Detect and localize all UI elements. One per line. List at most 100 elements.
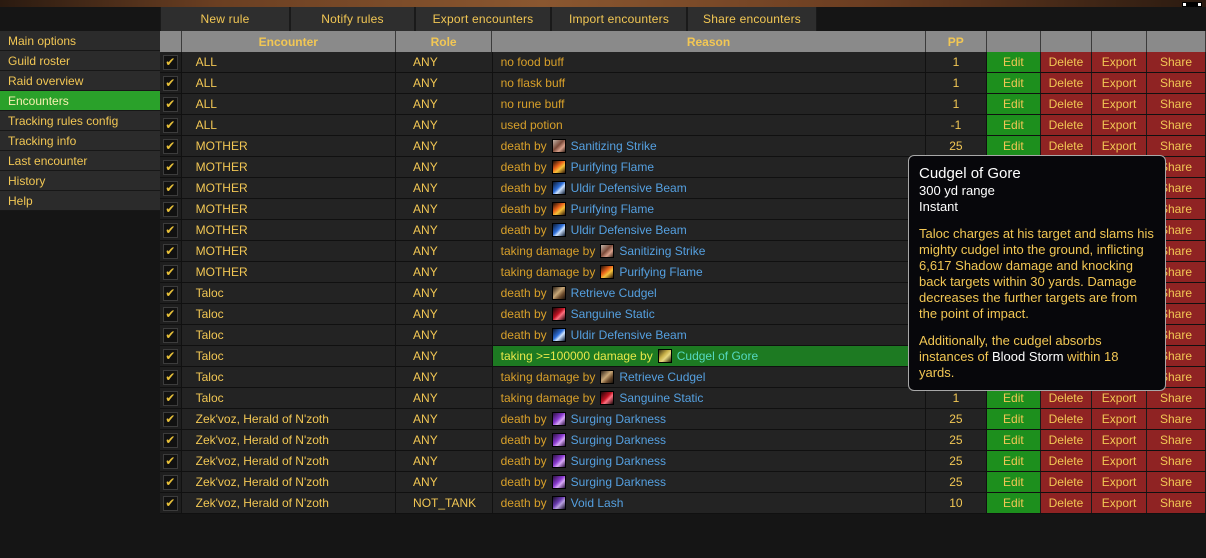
sidebar-item-history[interactable]: History bbox=[0, 171, 160, 191]
row-enabled-checkbox[interactable]: ✔ bbox=[160, 346, 182, 366]
spell-name-link[interactable]: Surging Darkness bbox=[571, 475, 666, 489]
row-enabled-checkbox[interactable]: ✔ bbox=[160, 157, 182, 177]
toolbar-button-share-encounters[interactable]: Share encounters bbox=[687, 7, 817, 31]
row-enabled-checkbox[interactable]: ✔ bbox=[160, 283, 182, 303]
toolbar-button-export-encounters[interactable]: Export encounters bbox=[415, 7, 551, 31]
edit-button[interactable]: Edit bbox=[987, 73, 1041, 93]
table-row[interactable]: ✔Zek'voz, Herald of N'zothANYdeath bySur… bbox=[160, 451, 1206, 472]
spell-icon[interactable] bbox=[600, 391, 614, 405]
table-row[interactable]: ✔ALLANYno food buff1EditDeleteExportShar… bbox=[160, 52, 1206, 73]
spell-name-link[interactable]: Purifying Flame bbox=[571, 202, 654, 216]
export-button[interactable]: Export bbox=[1092, 493, 1147, 513]
sidebar-item-help[interactable]: Help bbox=[0, 191, 160, 211]
spell-name-link[interactable]: Cudgel of Gore bbox=[677, 349, 758, 363]
spell-icon[interactable] bbox=[658, 349, 672, 363]
share-button[interactable]: Share bbox=[1147, 451, 1206, 471]
export-button[interactable]: Export bbox=[1092, 115, 1147, 135]
share-button[interactable]: Share bbox=[1147, 52, 1206, 72]
table-row[interactable]: ✔Zek'voz, Herald of N'zothANYdeath bySur… bbox=[160, 472, 1206, 493]
spell-icon[interactable] bbox=[552, 328, 566, 342]
export-button[interactable]: Export bbox=[1092, 52, 1147, 72]
delete-button[interactable]: Delete bbox=[1041, 388, 1092, 408]
spell-icon[interactable] bbox=[552, 181, 566, 195]
sidebar-item-tracking-info[interactable]: Tracking info bbox=[0, 131, 160, 151]
row-enabled-checkbox[interactable]: ✔ bbox=[160, 220, 182, 240]
spell-icon[interactable] bbox=[600, 244, 614, 258]
spell-name-link[interactable]: Sanguine Static bbox=[619, 391, 703, 405]
row-enabled-checkbox[interactable]: ✔ bbox=[160, 451, 182, 471]
row-enabled-checkbox[interactable]: ✔ bbox=[160, 52, 182, 72]
row-enabled-checkbox[interactable]: ✔ bbox=[160, 178, 182, 198]
edit-button[interactable]: Edit bbox=[987, 493, 1041, 513]
spell-icon[interactable] bbox=[600, 370, 614, 384]
spell-name-link[interactable]: Surging Darkness bbox=[571, 412, 666, 426]
spell-icon[interactable] bbox=[600, 265, 614, 279]
spell-icon[interactable] bbox=[552, 307, 566, 321]
spell-icon[interactable] bbox=[552, 223, 566, 237]
column-header-blank-7[interactable] bbox=[1092, 31, 1147, 52]
row-enabled-checkbox[interactable]: ✔ bbox=[160, 325, 182, 345]
spell-name-link[interactable]: Sanitizing Strike bbox=[619, 244, 705, 258]
share-button[interactable]: Share bbox=[1147, 388, 1206, 408]
export-button[interactable]: Export bbox=[1092, 472, 1147, 492]
delete-button[interactable]: Delete bbox=[1041, 409, 1092, 429]
sidebar-item-tracking-rules-config[interactable]: Tracking rules config bbox=[0, 111, 160, 131]
spell-icon[interactable] bbox=[552, 286, 566, 300]
toolbar-button-new-rule[interactable]: New rule bbox=[160, 7, 290, 31]
spell-name-link[interactable]: Uldir Defensive Beam bbox=[571, 223, 687, 237]
export-button[interactable]: Export bbox=[1092, 388, 1147, 408]
spell-icon[interactable] bbox=[552, 496, 566, 510]
delete-button[interactable]: Delete bbox=[1041, 52, 1092, 72]
spell-icon[interactable] bbox=[552, 160, 566, 174]
edit-button[interactable]: Edit bbox=[987, 52, 1041, 72]
column-header-encounter[interactable]: Encounter bbox=[182, 31, 396, 52]
export-button[interactable]: Export bbox=[1092, 430, 1147, 450]
edit-button[interactable]: Edit bbox=[987, 451, 1041, 471]
delete-button[interactable]: Delete bbox=[1041, 430, 1092, 450]
spell-name-link[interactable]: Retrieve Cudgel bbox=[571, 286, 657, 300]
spell-name-link[interactable]: Retrieve Cudgel bbox=[619, 370, 705, 384]
delete-button[interactable]: Delete bbox=[1041, 73, 1092, 93]
edit-button[interactable]: Edit bbox=[987, 115, 1041, 135]
sidebar-item-main-options[interactable]: Main options bbox=[0, 31, 160, 51]
row-enabled-checkbox[interactable]: ✔ bbox=[160, 430, 182, 450]
delete-button[interactable]: Delete bbox=[1041, 94, 1092, 114]
table-row[interactable]: ✔MOTHERANYdeath bySanitizing Strike25Edi… bbox=[160, 136, 1206, 157]
export-button[interactable]: Export bbox=[1092, 136, 1147, 156]
row-enabled-checkbox[interactable]: ✔ bbox=[160, 409, 182, 429]
column-header-role[interactable]: Role bbox=[396, 31, 492, 52]
spell-icon[interactable] bbox=[552, 433, 566, 447]
share-button[interactable]: Share bbox=[1147, 73, 1206, 93]
sidebar-item-last-encounter[interactable]: Last encounter bbox=[0, 151, 160, 171]
export-button[interactable]: Export bbox=[1092, 94, 1147, 114]
row-enabled-checkbox[interactable]: ✔ bbox=[160, 493, 182, 513]
spell-icon[interactable] bbox=[552, 454, 566, 468]
share-button[interactable]: Share bbox=[1147, 409, 1206, 429]
share-button[interactable]: Share bbox=[1147, 472, 1206, 492]
edit-button[interactable]: Edit bbox=[987, 94, 1041, 114]
row-enabled-checkbox[interactable]: ✔ bbox=[160, 115, 182, 135]
row-enabled-checkbox[interactable]: ✔ bbox=[160, 241, 182, 261]
column-header-blank-8[interactable] bbox=[1147, 31, 1206, 52]
export-button[interactable]: Export bbox=[1092, 451, 1147, 471]
share-button[interactable]: Share bbox=[1147, 493, 1206, 513]
export-button[interactable]: Export bbox=[1092, 409, 1147, 429]
column-header-blank-0[interactable] bbox=[160, 31, 182, 52]
table-row[interactable]: ✔ALLANYno rune buff1EditDeleteExportShar… bbox=[160, 94, 1206, 115]
row-enabled-checkbox[interactable]: ✔ bbox=[160, 199, 182, 219]
spell-icon[interactable] bbox=[552, 202, 566, 216]
share-button[interactable]: Share bbox=[1147, 430, 1206, 450]
row-enabled-checkbox[interactable]: ✔ bbox=[160, 388, 182, 408]
spell-name-link[interactable]: Sanguine Static bbox=[571, 307, 655, 321]
delete-button[interactable]: Delete bbox=[1041, 451, 1092, 471]
toolbar-button-notify-rules[interactable]: Notify rules bbox=[290, 7, 415, 31]
delete-button[interactable]: Delete bbox=[1041, 493, 1092, 513]
table-row[interactable]: ✔ALLANYused potion-1EditDeleteExportShar… bbox=[160, 115, 1206, 136]
column-header-reason[interactable]: Reason bbox=[492, 31, 926, 52]
delete-button[interactable]: Delete bbox=[1041, 115, 1092, 135]
share-button[interactable]: Share bbox=[1147, 94, 1206, 114]
spell-name-link[interactable]: Purifying Flame bbox=[571, 160, 654, 174]
row-enabled-checkbox[interactable]: ✔ bbox=[160, 304, 182, 324]
row-enabled-checkbox[interactable]: ✔ bbox=[160, 262, 182, 282]
row-enabled-checkbox[interactable]: ✔ bbox=[160, 73, 182, 93]
